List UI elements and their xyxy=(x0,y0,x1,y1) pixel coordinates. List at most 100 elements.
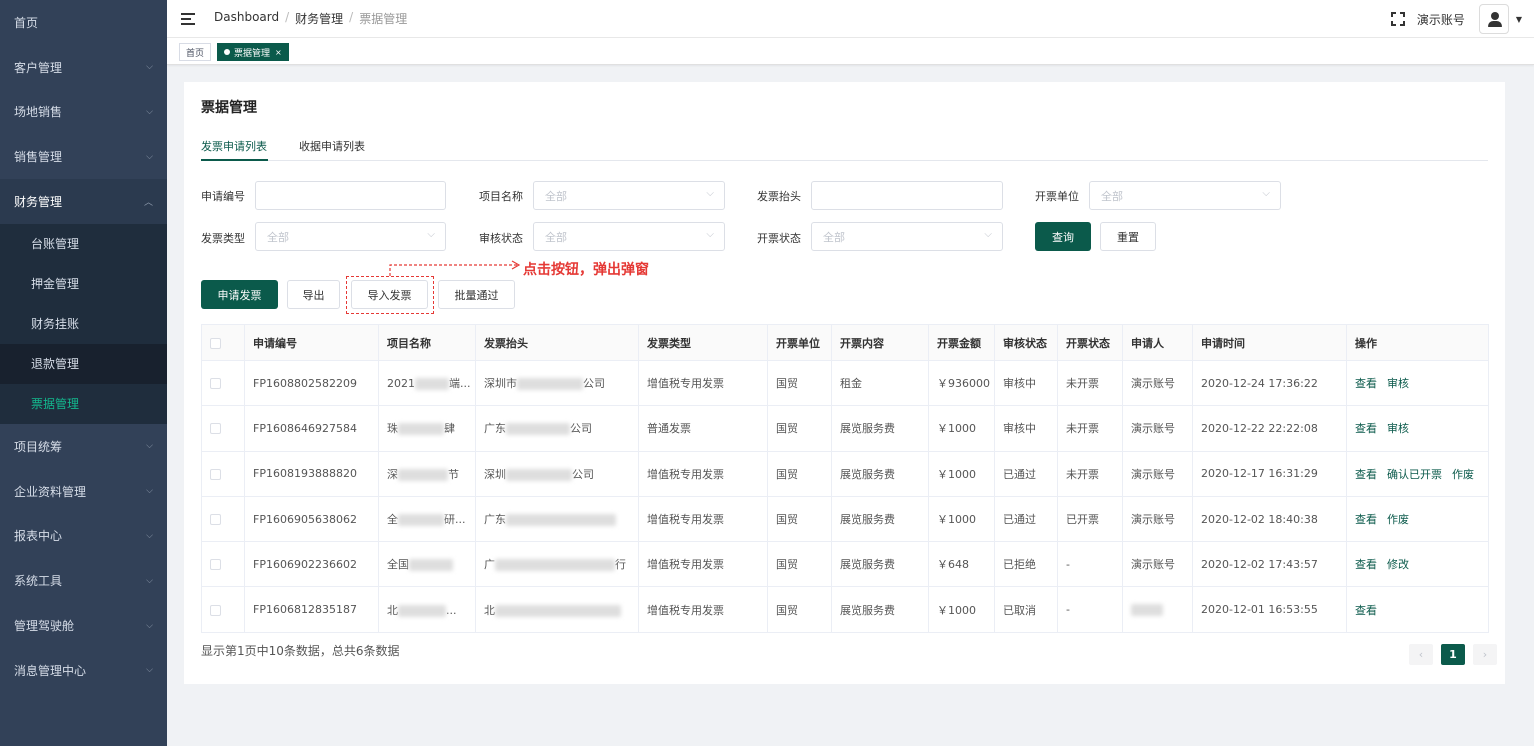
cell-applicant: 演示账号 xyxy=(1122,541,1193,588)
pagination-summary: 显示第1页中10条数据，总共6条数据 xyxy=(201,644,400,658)
page-title: 票据管理 xyxy=(201,100,257,116)
breadcrumb-item: 财务管理 xyxy=(295,12,344,26)
confirm-invoiced-link[interactable]: 确认已开票 xyxy=(1387,468,1442,481)
cell-operations: 查看 审核 xyxy=(1346,405,1489,452)
cell-content: 展览服务费 xyxy=(831,541,929,588)
invoice-status-select[interactable]: 全部 ⌵ xyxy=(811,222,1003,251)
sidebar-item-tools[interactable]: 系统工具 ⌵ xyxy=(0,558,167,603)
row-checkbox[interactable] xyxy=(210,378,221,390)
menu-fold-icon[interactable] xyxy=(181,12,195,25)
row-checkbox[interactable] xyxy=(210,514,221,526)
invoice-type-select[interactable]: 全部 ⌵ xyxy=(255,222,446,251)
export-button[interactable]: 导出 xyxy=(287,280,340,309)
user-name[interactable]: 演示账号 xyxy=(1417,11,1465,28)
view-link[interactable]: 查看 xyxy=(1355,468,1377,481)
column-header: 审核状态 xyxy=(994,324,1058,361)
row-checkbox[interactable] xyxy=(210,604,221,616)
cell-invoice-title: 广行 xyxy=(475,541,639,588)
tag-invoice-management[interactable]: 票据管理 × xyxy=(217,43,289,61)
batch-approve-button[interactable]: 批量通过 xyxy=(438,280,515,309)
cell-project: 全国 xyxy=(378,541,476,588)
cell-operations: 查看 审核 xyxy=(1346,359,1489,407)
sidebar-item-project[interactable]: 项目统筹 ⌵ xyxy=(0,424,167,469)
audit-link[interactable]: 审核 xyxy=(1387,422,1409,435)
void-link[interactable]: 作废 xyxy=(1452,468,1474,481)
table-row: FP1606812835187 北... 北 增值税专用发票 国贸 展览服务费 … xyxy=(201,586,1489,633)
void-link[interactable]: 作废 xyxy=(1387,513,1409,526)
edit-link[interactable]: 修改 xyxy=(1387,558,1409,571)
chevron-down-icon: ⌵ xyxy=(146,620,153,631)
cell-application-no: FP1608646927584 xyxy=(244,405,379,452)
reset-button[interactable]: 重置 xyxy=(1100,222,1156,251)
select-all-checkbox[interactable] xyxy=(210,337,221,349)
row-checkbox[interactable] xyxy=(210,423,221,435)
breadcrumb: Dashboard / 财务管理 / 票据管理 xyxy=(214,10,408,27)
tab-invoice-applications[interactable]: 发票申请列表 xyxy=(201,138,267,154)
view-link[interactable]: 查看 xyxy=(1355,513,1377,526)
breadcrumb-item[interactable]: Dashboard xyxy=(214,10,279,27)
sidebar-item-enterprise[interactable]: 企业资料管理 ⌵ xyxy=(0,469,167,514)
invoice-title-input[interactable] xyxy=(811,181,1003,210)
cell-amount: ￥1000 xyxy=(928,495,995,543)
sidebar-subitem-invoice[interactable]: 票据管理 xyxy=(0,384,167,424)
cell-invoice-status: 未开票 xyxy=(1057,359,1123,407)
sidebar-item-venue-sales[interactable]: 场地销售 ⌵ xyxy=(0,90,167,135)
page-number-button[interactable]: 1 xyxy=(1441,644,1465,665)
sidebar-item-cockpit[interactable]: 管理驾驶舱 ⌵ xyxy=(0,603,167,648)
audit-status-select[interactable]: 全部 ⌵ xyxy=(533,222,725,251)
select-all-cell xyxy=(201,324,245,361)
tab-receipt-applications[interactable]: 收据申请列表 xyxy=(299,138,365,154)
application-no-input[interactable] xyxy=(255,181,446,210)
cell-applicant: 演示账号 xyxy=(1122,359,1193,407)
row-checkbox[interactable] xyxy=(210,559,221,571)
cell-apply-time: 2020-12-22 22:22:08 xyxy=(1192,405,1347,452)
import-invoice-button[interactable]: 导入发票 xyxy=(351,280,428,309)
cell-project: 深节 xyxy=(378,450,476,497)
cell-apply-time: 2020-12-02 18:40:38 xyxy=(1192,495,1347,543)
close-icon[interactable]: × xyxy=(275,48,282,57)
tag-home[interactable]: 首页 xyxy=(179,43,212,61)
apply-invoice-button[interactable]: 申请发票 xyxy=(201,280,278,309)
main-card: 票据管理 发票申请列表 收据申请列表 申请编号 项目名称 全部 ⌵ 发票抬头 开票… xyxy=(184,82,1505,684)
view-link[interactable]: 查看 xyxy=(1355,422,1377,435)
query-button[interactable]: 查询 xyxy=(1035,222,1091,251)
sidebar-item-sales[interactable]: 销售管理 ⌵ xyxy=(0,134,167,179)
sidebar-item-customer[interactable]: 客户管理 ⌵ xyxy=(0,45,167,90)
sidebar-subitem-finance-account[interactable]: 财务挂账 xyxy=(0,304,167,344)
cell-invoice-title: 深圳 公司 xyxy=(475,450,639,497)
sidebar-item-reports[interactable]: 报表中心 ⌵ xyxy=(0,514,167,559)
cell-invoice-title: 北 xyxy=(475,586,639,633)
invoice-table: 申请编号 项目名称 发票抬头 发票类型 开票单位 开票内容 开票金额 审核状态 … xyxy=(201,324,1489,633)
chevron-down-icon: ⌵ xyxy=(146,575,153,586)
view-link[interactable]: 查看 xyxy=(1355,558,1377,571)
table-header-row: 申请编号 项目名称 发票抬头 发票类型 开票单位 开票内容 开票金额 审核状态 … xyxy=(201,324,1489,361)
column-header: 发票抬头 xyxy=(475,324,639,361)
sidebar-subitem-ledger[interactable]: 台账管理 xyxy=(0,224,167,264)
sidebar-item-home[interactable]: 首页 xyxy=(0,0,167,45)
column-header: 申请编号 xyxy=(244,324,379,361)
avatar[interactable] xyxy=(1478,4,1509,34)
view-link[interactable]: 查看 xyxy=(1355,604,1377,617)
sidebar-item-finance[interactable]: 财务管理 ︿ xyxy=(0,179,167,224)
cell-applicant: 演示账号 xyxy=(1122,450,1193,497)
cell-project: 珠肆 xyxy=(378,405,476,452)
cell-apply-time: 2020-12-24 17:36:22 xyxy=(1192,359,1347,407)
column-header: 开票单位 xyxy=(767,324,832,361)
project-select[interactable]: 全部 ⌵ xyxy=(533,181,725,210)
chevron-up-icon: ︿ xyxy=(143,198,153,209)
cell-invoice-type: 普通发票 xyxy=(638,405,768,452)
sidebar-item-messages[interactable]: 消息管理中心 ⌵ xyxy=(0,648,167,693)
tags-view: 首页 票据管理 × xyxy=(167,38,1534,65)
next-page-button[interactable]: › xyxy=(1473,644,1497,665)
sidebar-subitem-deposit[interactable]: 押金管理 xyxy=(0,264,167,304)
prev-page-button[interactable]: ‹ xyxy=(1409,644,1433,665)
view-link[interactable]: 查看 xyxy=(1355,377,1377,390)
cell-project: 北... xyxy=(378,586,476,633)
issuing-unit-select[interactable]: 全部 ⌵ xyxy=(1089,181,1281,210)
sidebar-subitem-refund[interactable]: 退款管理 xyxy=(0,343,167,384)
audit-link[interactable]: 审核 xyxy=(1387,377,1409,390)
row-checkbox[interactable] xyxy=(210,468,221,480)
fullscreen-icon[interactable] xyxy=(1390,12,1405,26)
cell-invoice-type: 增值税专用发票 xyxy=(638,495,768,543)
caret-down-icon[interactable]: ▼ xyxy=(1516,15,1522,24)
